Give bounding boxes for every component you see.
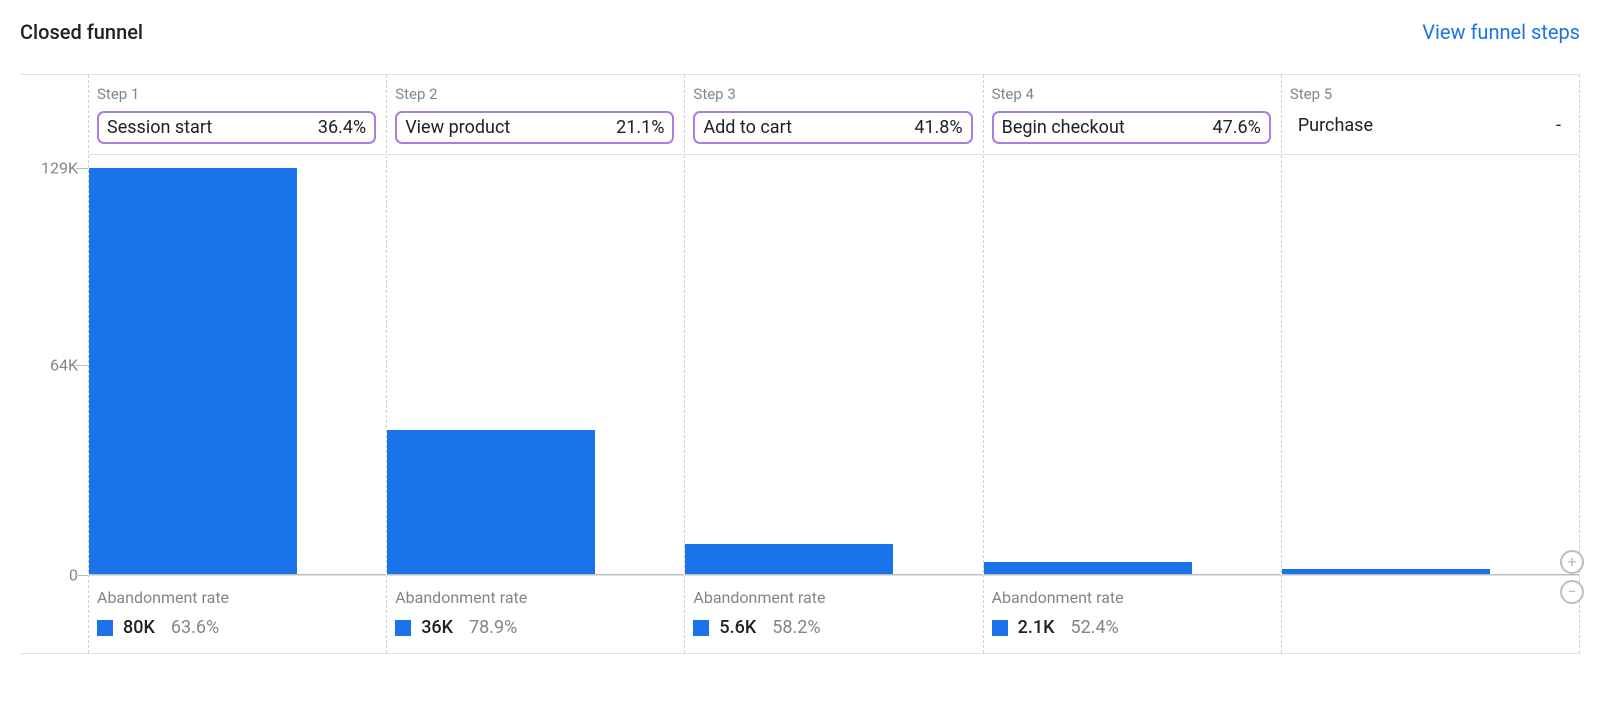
header-row: Closed funnel View funnel steps <box>20 20 1580 74</box>
step-number-label: Step 4 <box>992 85 1271 103</box>
step-number-label: Step 2 <box>395 85 674 103</box>
step-footer: Abandonment rate 5.6K 58.2% <box>685 575 982 653</box>
abandonment-pct: 63.6% <box>171 617 219 638</box>
funnel-chart: 129K64K0 Step 1Session start36.4%Abandon… <box>20 74 1580 654</box>
zoom-controls: + − <box>1560 550 1584 604</box>
funnel-bar[interactable] <box>89 168 297 575</box>
step-conversion-pct: 41.8% <box>914 117 962 138</box>
funnel-bar[interactable] <box>685 544 893 575</box>
bar-area <box>984 155 1281 575</box>
abandonment-label: Abandonment rate <box>992 588 1271 607</box>
funnel-step: Step 1 Session start 36.4% Abandonment rate… <box>88 75 386 653</box>
step-header[interactable]: Step 2 View product 21.1% <box>387 75 684 155</box>
abandonment-pct: 78.9% <box>469 617 517 638</box>
abandonment-pct: 58.2% <box>772 617 820 638</box>
step-footer <box>1282 575 1579 653</box>
abandonment-pct: 52.4% <box>1070 617 1118 638</box>
y-axis: 129K64K0 <box>20 75 88 653</box>
step-header[interactable]: Step 1 Session start 36.4% <box>89 75 386 155</box>
abandonment-label: Abandonment rate <box>693 588 972 607</box>
step-conversion-pct: 36.4% <box>318 117 366 138</box>
zoom-out-icon[interactable]: − <box>1560 580 1584 604</box>
step-name: Session start <box>107 117 212 138</box>
bar-area <box>685 155 982 575</box>
step-summary-box: Session start 36.4% <box>97 111 376 144</box>
step-name: Add to cart <box>703 117 792 138</box>
legend-swatch-icon <box>97 620 113 636</box>
funnel-columns: Step 1 Session start 36.4% Abandonment rate… <box>88 75 1580 653</box>
step-name: Begin checkout <box>1002 117 1125 138</box>
step-header[interactable]: Step 3 Add to cart 41.8% <box>685 75 982 155</box>
abandonment-count: 2.1K <box>1018 617 1055 638</box>
bar-area <box>1282 155 1579 575</box>
step-name: View product <box>405 117 510 138</box>
step-footer: Abandonment rate 36K 78.9% <box>387 575 684 653</box>
step-conversion-pct: 47.6% <box>1213 117 1261 138</box>
step-number-label: Step 1 <box>97 85 376 103</box>
step-number-label: Step 5 <box>1290 85 1569 103</box>
legend-swatch-icon <box>992 620 1008 636</box>
step-conversion-pct: - <box>1556 115 1561 136</box>
legend-swatch-icon <box>693 620 709 636</box>
step-footer: Abandonment rate 2.1K 52.4% <box>984 575 1281 653</box>
legend-swatch-icon <box>395 620 411 636</box>
step-footer: Abandonment rate 80K 63.6% <box>89 575 386 653</box>
funnel-bar[interactable] <box>387 430 595 575</box>
funnel-step: Step 4 Begin checkout 47.6% Abandonment rat… <box>983 75 1281 653</box>
chart-title: Closed funnel <box>20 20 143 44</box>
y-tick-label: 64K <box>50 356 78 375</box>
view-funnel-steps-link[interactable]: View funnel steps <box>1422 20 1580 44</box>
bar-area <box>89 155 386 575</box>
step-header[interactable]: Step 4 Begin checkout 47.6% <box>984 75 1281 155</box>
abandonment-label: Abandonment rate <box>97 588 376 607</box>
funnel-step: Step 3 Add to cart 41.8% Abandonment rate 5.… <box>684 75 982 653</box>
step-summary-box: Begin checkout 47.6% <box>992 111 1271 144</box>
step-header[interactable]: Step 5 Purchase - <box>1282 75 1579 155</box>
step-summary-box: Add to cart 41.8% <box>693 111 972 144</box>
step-summary-box: View product 21.1% <box>395 111 674 144</box>
funnel-step: Step 5 Purchase - <box>1281 75 1580 653</box>
abandonment-count: 5.6K <box>719 617 756 638</box>
step-summary-box: Purchase - <box>1290 111 1569 140</box>
funnel-step: Step 2 View product 21.1% Abandonment rate 3… <box>386 75 684 653</box>
abandonment-count: 36K <box>421 617 453 638</box>
step-conversion-pct: 21.1% <box>616 117 664 138</box>
y-tick-label: 129K <box>41 159 78 178</box>
bar-area <box>387 155 684 575</box>
abandonment-count: 80K <box>123 617 155 638</box>
zoom-in-icon[interactable]: + <box>1560 550 1584 574</box>
step-name: Purchase <box>1298 115 1373 136</box>
abandonment-label: Abandonment rate <box>395 588 674 607</box>
step-number-label: Step 3 <box>693 85 972 103</box>
